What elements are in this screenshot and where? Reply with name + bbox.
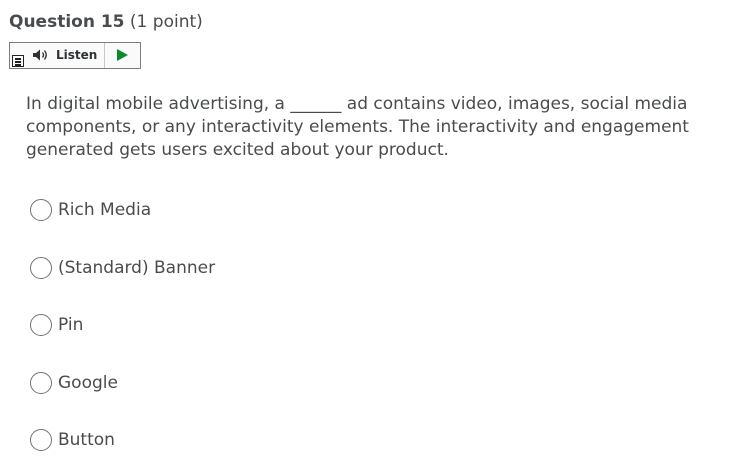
listen-button[interactable]: Listen <box>26 43 105 68</box>
option-label: Pin <box>58 315 84 335</box>
question-header: Question 15 (1 point) <box>9 11 203 33</box>
option-label: Google <box>58 373 118 393</box>
option-google[interactable]: Google <box>30 370 118 396</box>
speaker-icon <box>33 49 47 61</box>
option-label: Rich Media <box>58 200 152 220</box>
listen-label: Listen <box>56 48 98 62</box>
option-button[interactable]: Button <box>30 427 115 453</box>
prompt-line: In digital mobile advertising, a ______ … <box>26 94 688 114</box>
question-prompt: In digital mobile advertising, a ______ … <box>26 93 706 162</box>
option-pin[interactable]: Pin <box>30 312 83 338</box>
radio-button[interactable] <box>30 314 52 336</box>
play-icon <box>117 49 128 61</box>
listen-toolbar: Listen <box>9 42 141 69</box>
radio-button[interactable] <box>30 199 52 221</box>
option-label: (Standard) Banner <box>58 258 216 278</box>
option-standard-banner[interactable]: (Standard) Banner <box>30 255 215 281</box>
prompt-line: generated gets users excited about your … <box>26 140 449 160</box>
radio-button[interactable] <box>30 372 52 394</box>
prompt-line: components, or any interactivity element… <box>26 117 689 137</box>
menu-icon[interactable] <box>12 55 24 67</box>
radio-button[interactable] <box>30 257 52 279</box>
question-title: Question 15 <box>9 12 125 32</box>
option-rich-media[interactable]: Rich Media <box>30 197 151 223</box>
question-points: (1 point) <box>129 12 203 32</box>
radio-button[interactable] <box>30 429 52 451</box>
option-label: Button <box>58 430 115 450</box>
play-button[interactable] <box>105 43 141 68</box>
